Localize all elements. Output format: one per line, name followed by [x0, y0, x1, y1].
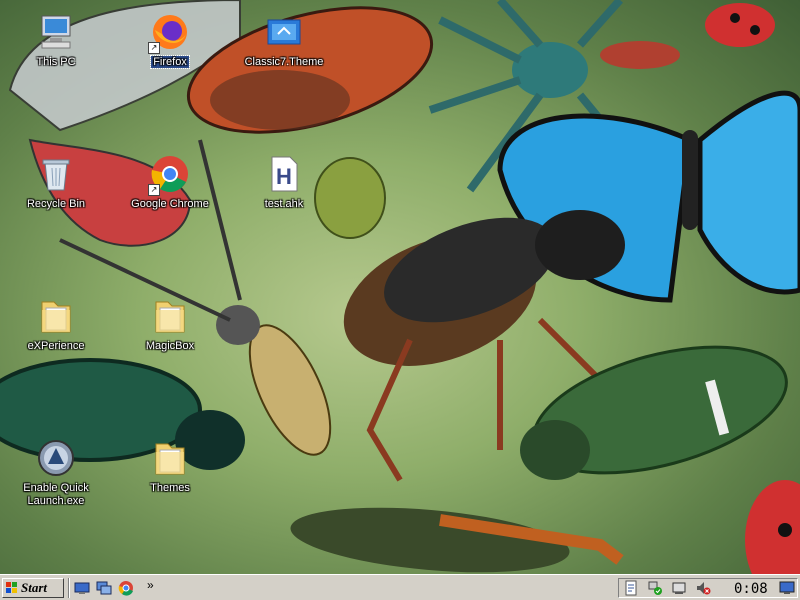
folder-icon: [155, 301, 185, 333]
desktop-icon-label: MagicBox: [145, 340, 195, 352]
desktop-icon-label: Themes: [150, 482, 190, 494]
desktop-icon-enable-quick-launch[interactable]: Enable Quick Launch.exe: [6, 432, 106, 508]
ahk-script-icon: H: [271, 156, 298, 192]
computer-icon: [41, 15, 71, 49]
desktop-icon-label: Classic7.Theme: [244, 56, 324, 68]
theme-file-icon: [267, 19, 301, 45]
desktop-icon-label: Firefox: [150, 55, 190, 69]
desktop-icon-test-ahk[interactable]: H test.ahk: [234, 148, 334, 224]
desktop-icon-experience[interactable]: eXPerience: [6, 290, 106, 366]
folder-icon: [155, 443, 185, 475]
windows-flag-icon: [6, 582, 17, 593]
app-icon: [38, 440, 74, 476]
desktop-icon-themes[interactable]: Themes: [120, 432, 220, 508]
desktop-icon-this-pc[interactable]: This PC: [6, 6, 106, 82]
recycle-bin-icon: [42, 159, 70, 191]
taskbar: Start » 0:08: [0, 574, 800, 600]
safely-remove-icon[interactable]: [671, 580, 687, 596]
desktop-icon-label: Google Chrome: [131, 198, 209, 210]
desktop-icon-magicbox[interactable]: MagicBox: [120, 290, 220, 366]
desktop-icon-google-chrome[interactable]: ↗ Google Chrome: [120, 148, 220, 224]
svg-text:H: H: [276, 164, 292, 189]
notes-icon[interactable]: [623, 580, 639, 596]
shortcut-arrow-icon: ↗: [148, 42, 160, 54]
network-icon[interactable]: [647, 580, 663, 596]
start-button[interactable]: Start: [2, 578, 64, 598]
desktop-icon-classic7-theme[interactable]: Classic7.Theme: [234, 6, 334, 82]
system-tray: 0:08: [618, 578, 798, 598]
taskbar-separator: [68, 578, 70, 598]
folder-icon: [41, 301, 71, 333]
desktop-icon-recycle-bin[interactable]: Recycle Bin: [6, 148, 106, 224]
start-label: Start: [21, 580, 48, 595]
desktop-icon-label: eXPerience: [27, 340, 85, 352]
desktop-icon-label: This PC: [36, 56, 76, 68]
desktop-icon-label: Enable Quick Launch.exe: [23, 482, 89, 507]
chrome-icon[interactable]: [118, 580, 134, 596]
desktop-icon-firefox[interactable]: ↗ Firefox: [120, 6, 220, 82]
window-switcher-icon[interactable]: [96, 580, 112, 596]
desktop[interactable]: This PC ↗ Firefox Classic7.Theme Recycle…: [0, 0, 800, 574]
clock[interactable]: 0:08: [734, 581, 768, 597]
shortcut-arrow-icon: ↗: [148, 184, 160, 196]
desktop-icon-label: Recycle Bin: [26, 198, 86, 210]
volume-muted-icon[interactable]: [695, 580, 711, 596]
quick-launch-chevron[interactable]: »: [147, 578, 154, 592]
show-desktop-icon[interactable]: [74, 580, 90, 596]
desktop-icon-label: test.ahk: [264, 198, 304, 210]
display-icon[interactable]: [779, 580, 795, 596]
